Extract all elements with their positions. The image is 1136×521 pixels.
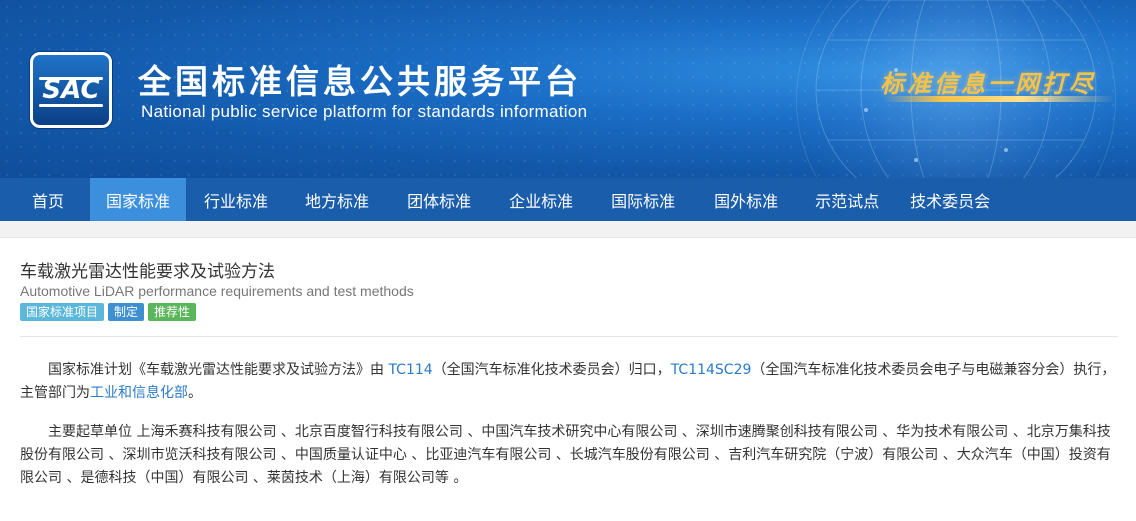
nav-item-home[interactable]: 首页 — [10, 178, 90, 221]
nav-item-pilot-demos[interactable]: 示范试点 — [798, 178, 896, 221]
site-title-cn: 全国标准信息公共服务平台 — [138, 62, 582, 101]
site-title-en: National public service platform for sta… — [141, 102, 588, 121]
ministry-link[interactable]: 工业和信息化部 — [90, 385, 188, 401]
nav-item-national-standards[interactable]: 国家标准 — [90, 178, 187, 221]
project-tags: 国家标准项目 制定 推荐性 — [20, 303, 197, 321]
sac-logo-icon[interactable]: SAC — [30, 52, 112, 128]
project-title: 车载激光雷达性能要求及试验方法 — [20, 262, 275, 282]
nav-item-industry-standards[interactable]: 行业标准 — [186, 178, 286, 221]
description-text: 。 — [188, 385, 202, 401]
description-text: 国家标准计划《车载激光雷达性能要求及试验方法》由 — [48, 362, 389, 378]
nav-item-group-standards[interactable]: 团体标准 — [388, 178, 490, 221]
tag-formulation: 制定 — [108, 303, 145, 321]
nav-item-foreign-standards[interactable]: 国外标准 — [694, 178, 798, 221]
site-header: SAC 全国标准信息公共服务平台 National public service… — [0, 0, 1136, 178]
drafting-units: 主要起草单位 上海禾赛科技有限公司 、北京百度智行科技有限公司 、中国汽车技术研… — [20, 424, 1111, 486]
nav-item-enterprise-standards[interactable]: 企业标准 — [490, 178, 592, 221]
main-nav: 首页 国家标准 行业标准 地方标准 团体标准 企业标准 国际标准 国外标准 示范… — [0, 178, 1136, 221]
tag-national-project: 国家标准项目 — [20, 303, 105, 321]
project-description: 国家标准计划《车载激光雷达性能要求及试验方法》由 TC114（全国汽车标准化技术… — [20, 359, 1116, 405]
project-subtitle: Automotive LiDAR performance requirement… — [20, 283, 414, 299]
tag-recommended: 推荐性 — [148, 303, 197, 321]
divider — [20, 336, 1118, 337]
nav-item-international-standards[interactable]: 国际标准 — [592, 178, 694, 221]
slogan: 标准信息一网打尽 — [880, 69, 1096, 98]
tc114sc29-link[interactable]: TC114SC29 — [671, 362, 752, 378]
tc114-link[interactable]: TC114 — [388, 362, 432, 378]
nav-item-tech-committees[interactable]: 技术委员会 — [896, 178, 1004, 221]
description-text: （全国汽车标准化技术委员会）归口， — [432, 362, 671, 378]
nav-item-local-standards[interactable]: 地方标准 — [286, 178, 388, 221]
slogan-underline — [883, 96, 1115, 102]
project-card: 车载激光雷达性能要求及试验方法 Automotive LiDAR perform… — [0, 237, 1136, 521]
